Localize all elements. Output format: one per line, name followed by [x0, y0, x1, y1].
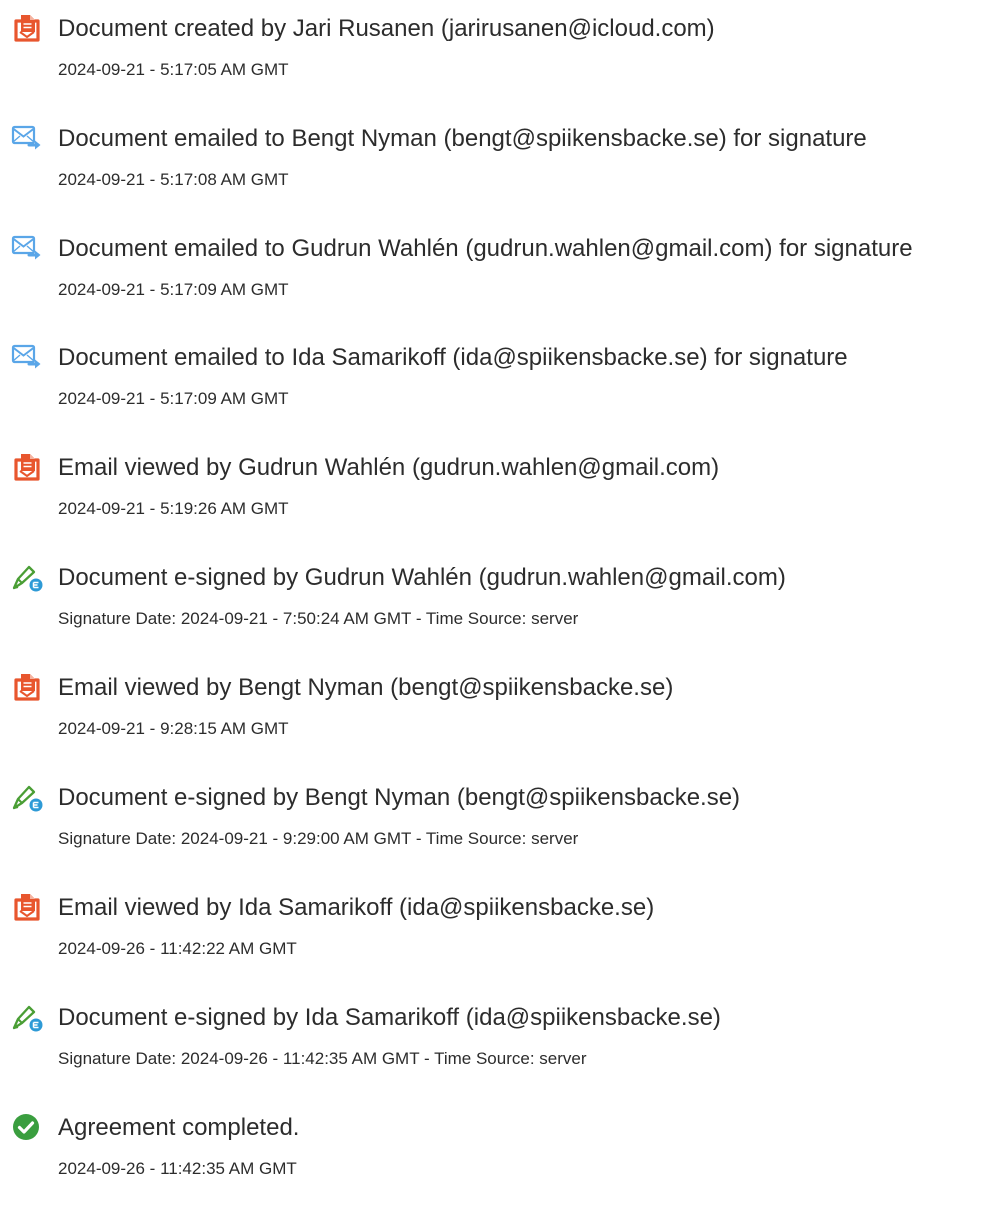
- event-title: Document emailed to Bengt Nyman (bengt@s…: [58, 125, 867, 152]
- history-event: Document created by Jari Rusanen (jariru…: [0, 12, 1008, 92]
- event-title: Agreement completed.: [58, 1114, 300, 1141]
- event-timestamp: Signature Date: 2024-09-26 - 11:42:35 AM…: [58, 1049, 587, 1068]
- event-title: Document emailed to Ida Samarikoff (ida@…: [58, 344, 848, 371]
- history-event: Document emailed to Bengt Nyman (bengt@s…: [0, 122, 1008, 202]
- email-sent-icon: [10, 232, 44, 266]
- event-title: Email viewed by Ida Samarikoff (ida@spii…: [58, 894, 655, 921]
- document-icon: [10, 12, 44, 46]
- e-sign-icon: [10, 1001, 44, 1035]
- e-sign-icon: [10, 561, 44, 595]
- history-event: Agreement completed. 2024-09-26 - 11:42:…: [0, 1111, 1008, 1191]
- document-icon: [10, 671, 44, 705]
- history-event: Email viewed by Ida Samarikoff (ida@spii…: [0, 891, 1008, 971]
- event-title: Document created by Jari Rusanen (jariru…: [58, 15, 715, 42]
- event-title: Document e-signed by Ida Samarikoff (ida…: [58, 1004, 721, 1031]
- event-title: Document emailed to Gudrun Wahlén (gudru…: [58, 235, 913, 262]
- event-timestamp: 2024-09-21 - 5:17:09 AM GMT: [58, 280, 289, 299]
- event-timestamp: 2024-09-21 - 5:17:08 AM GMT: [58, 170, 289, 189]
- event-timestamp: Signature Date: 2024-09-21 - 7:50:24 AM …: [58, 609, 579, 628]
- event-title: Email viewed by Bengt Nyman (bengt@spiik…: [58, 674, 674, 701]
- history-event: Document emailed to Gudrun Wahlén (gudru…: [0, 232, 1008, 312]
- email-sent-icon: [10, 122, 44, 156]
- history-event: Document e-signed by Bengt Nyman (bengt@…: [0, 781, 1008, 861]
- event-timestamp: 2024-09-26 - 11:42:22 AM GMT: [58, 939, 297, 958]
- history-event: Email viewed by Gudrun Wahlén (gudrun.wa…: [0, 451, 1008, 531]
- history-event: Document e-signed by Gudrun Wahlén (gudr…: [0, 561, 1008, 641]
- history-event: Email viewed by Bengt Nyman (bengt@spiik…: [0, 671, 1008, 751]
- email-sent-icon: [10, 341, 44, 375]
- event-title: Document e-signed by Bengt Nyman (bengt@…: [58, 784, 741, 811]
- event-timestamp: Signature Date: 2024-09-21 - 9:29:00 AM …: [58, 829, 579, 848]
- event-timestamp: 2024-09-21 - 5:17:05 AM GMT: [58, 60, 289, 79]
- document-icon: [10, 891, 44, 925]
- document-icon: [10, 451, 44, 485]
- history-event: Document e-signed by Ida Samarikoff (ida…: [0, 1001, 1008, 1081]
- event-timestamp: 2024-09-21 - 9:28:15 AM GMT: [58, 719, 289, 738]
- history-event: Document emailed to Ida Samarikoff (ida@…: [0, 341, 1008, 421]
- event-title: Document e-signed by Gudrun Wahlén (gudr…: [58, 564, 786, 591]
- event-title: Email viewed by Gudrun Wahlén (gudrun.wa…: [58, 454, 720, 481]
- event-timestamp: 2024-09-26 - 11:42:35 AM GMT: [58, 1159, 297, 1178]
- e-sign-icon: [10, 781, 44, 815]
- event-timestamp: 2024-09-21 - 5:19:26 AM GMT: [58, 499, 289, 518]
- checkmark-circle-icon: [10, 1111, 44, 1145]
- event-timestamp: 2024-09-21 - 5:17:09 AM GMT: [58, 389, 289, 408]
